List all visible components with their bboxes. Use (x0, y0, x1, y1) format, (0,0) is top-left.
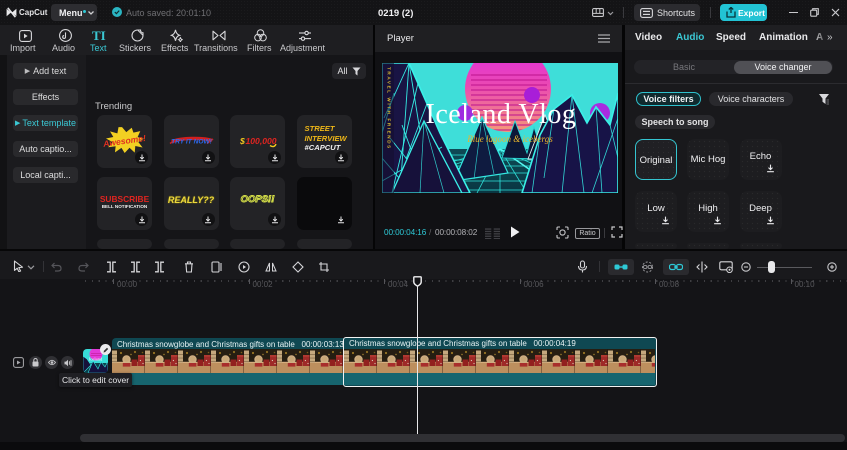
svg-text:100,000: 100,000 (246, 136, 277, 146)
svg-text:TRY IT NOW!: TRY IT NOW! (171, 139, 213, 146)
svg-text:Blue lagoon & icebergs: Blue lagoon & icebergs (467, 134, 553, 144)
svg-text:TRAVEL WITH FRIENDS: TRAVEL WITH FRIENDS (387, 67, 392, 150)
svg-text:Iceland: Iceland (89, 357, 103, 362)
svg-text:$: $ (239, 136, 245, 146)
svg-text:Iceland Vlog: Iceland Vlog (426, 99, 577, 130)
